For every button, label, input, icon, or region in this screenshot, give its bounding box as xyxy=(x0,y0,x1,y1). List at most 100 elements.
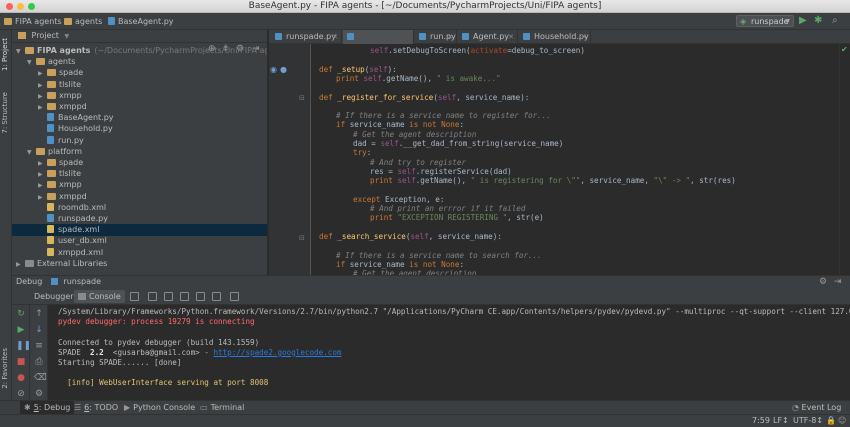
editor-tab[interactable]: Household.py ✕ xyxy=(519,30,591,44)
chevron-down-icon[interactable]: ▼ xyxy=(64,33,69,40)
fold-marker-icon[interactable]: ⊟ xyxy=(299,94,305,102)
tree-item[interactable]: ▶ xmppd xyxy=(12,101,267,113)
close-window-button[interactable] xyxy=(6,3,13,10)
tree-item[interactable]: xmppd.xml xyxy=(12,247,267,259)
tree-item[interactable]: ▶ spade xyxy=(12,157,267,169)
library-icon xyxy=(25,259,34,267)
evaluate-expression-icon[interactable] xyxy=(230,292,239,301)
soft-wrap-icon[interactable]: ≡ xyxy=(34,341,44,351)
settings-icon[interactable]: ⚙ xyxy=(34,389,44,399)
hide-panel-icon[interactable]: ⇥ xyxy=(834,276,842,288)
close-tab-icon[interactable]: ✕ xyxy=(581,30,587,44)
view-breakpoints-icon[interactable]: ● xyxy=(16,373,26,383)
breadcrumb-folder[interactable]: agents xyxy=(64,13,102,30)
status-bar: 7:59 LF↕ UTF-8↕ 🔒 ☺ xyxy=(0,414,850,427)
search-everywhere-icon[interactable]: ⌕ xyxy=(832,15,838,27)
minimize-window-button[interactable] xyxy=(17,3,24,10)
rerun-icon[interactable]: ↻ xyxy=(16,309,26,319)
structure-tool-tab[interactable]: 7: Structure xyxy=(1,92,9,134)
debugger-tab[interactable]: Debugger xyxy=(30,290,78,303)
favorites-tool-tab[interactable]: 2: Favorites xyxy=(1,348,9,389)
gear-icon[interactable]: ⚙ xyxy=(819,276,827,288)
fold-marker-icon[interactable]: ⊟ xyxy=(299,234,305,242)
editor-tab[interactable]: BaseAgent.py✕ xyxy=(343,30,414,55)
lock-icon[interactable]: 🔒 xyxy=(826,415,836,427)
run-to-cursor-icon[interactable] xyxy=(212,292,221,301)
event-log-tab[interactable]: ◔ Event Log xyxy=(788,401,845,415)
editor-tab[interactable]: runspade.py ✕ xyxy=(271,30,342,44)
editor-tabs: runspade.py✕BaseAgent.py✕run.py✕Agent.py… xyxy=(269,30,850,55)
editor-tab[interactable]: run.py ✕ xyxy=(415,30,457,44)
clear-all-icon[interactable]: ⌫ xyxy=(34,373,47,383)
tree-item-label: agents xyxy=(48,57,76,67)
project-view-select[interactable]: Project xyxy=(32,31,59,40)
bottom-tab-label: Python Console xyxy=(133,403,196,412)
tree-item[interactable]: ▶ xmpp xyxy=(12,90,267,102)
tree-item[interactable]: Household.py xyxy=(12,123,267,135)
debug-icon[interactable]: ✱ xyxy=(814,15,822,27)
code-editor[interactable]: self.setDebugToScreen(activate=debug_to_… xyxy=(311,44,839,275)
pause-icon[interactable]: ❚❚ xyxy=(16,341,31,351)
inspector-icon[interactable]: ☺ xyxy=(838,415,846,427)
step-into-my-code-icon[interactable] xyxy=(180,292,189,301)
arrow-down-icon[interactable]: ↓ xyxy=(34,325,44,335)
tree-item[interactable]: ▶ tlslite xyxy=(12,79,267,91)
tree-item[interactable]: run.py xyxy=(12,135,267,147)
breadcrumb-file[interactable]: BaseAgent.py xyxy=(108,13,174,30)
stop-icon[interactable]: ■ xyxy=(16,357,26,367)
tree-item[interactable]: ▶ External Libraries xyxy=(12,258,267,271)
close-tab-icon[interactable]: ✕ xyxy=(508,30,514,44)
print-icon[interactable]: ⎙ xyxy=(34,357,44,367)
implementation-marker-icon[interactable]: ● xyxy=(280,65,287,74)
console-tab[interactable]: Console xyxy=(74,290,125,303)
tree-item[interactable]: runspade.py xyxy=(12,213,267,225)
tree-item[interactable]: ▶ spade xyxy=(12,67,267,79)
chevron-down-icon: ▼ xyxy=(785,18,790,25)
tree-item[interactable]: ▶ xmpp xyxy=(12,179,267,191)
breakpoint-override-icon[interactable]: ◉ xyxy=(270,65,277,74)
show-execution-point-icon[interactable] xyxy=(130,292,139,301)
tree-item[interactable]: ▶ tlslite xyxy=(12,168,267,180)
navigation-bar: FIPA agents agents BaseAgent.py ◈ runspa… xyxy=(0,13,850,30)
tree-item[interactable]: ▼ platform xyxy=(12,146,267,158)
tree-item-label: xmpp xyxy=(59,180,82,190)
run-icon[interactable]: ▶ xyxy=(799,15,807,27)
debug-toolbar: Debugger Console xyxy=(12,288,850,305)
bottom-tab[interactable]: ▶ Python Console xyxy=(120,401,199,415)
tree-item-label: roomdb.xml xyxy=(58,202,107,212)
close-tab-icon[interactable]: ✕ xyxy=(447,30,453,44)
tree-item[interactable]: roomdb.xml xyxy=(12,202,267,214)
arrow-up-icon[interactable]: ↑ xyxy=(34,309,44,319)
step-out-icon[interactable] xyxy=(196,292,205,301)
tree-item[interactable]: BaseAgent.py xyxy=(12,112,267,124)
resume-icon[interactable]: ▶ xyxy=(16,325,26,335)
step-over-icon[interactable] xyxy=(148,292,157,301)
file-encoding[interactable]: UTF-8↕ xyxy=(793,415,823,427)
tree-item[interactable]: ▼ agents xyxy=(12,56,267,68)
tree-item[interactable]: user_db.xml xyxy=(12,235,267,247)
tree-item[interactable]: ▶ xmppd xyxy=(12,191,267,203)
tree-item[interactable]: ▼ FIPA agents (~/Documents/PycharmProjects… xyxy=(12,45,267,57)
console-output[interactable]: /System/Library/Frameworks/Python.framew… xyxy=(48,305,850,400)
code-token: : xyxy=(459,120,465,130)
project-tool-tab[interactable]: 1: Project xyxy=(1,38,9,71)
xml-file-icon xyxy=(47,247,54,256)
console-link[interactable]: http://spade2.googlecode.com xyxy=(213,348,341,357)
python-file-icon xyxy=(47,124,54,133)
cursor-position[interactable]: 7:59 xyxy=(752,415,770,427)
bottom-tab[interactable]: ✱ 5: Debug xyxy=(20,401,75,415)
debug-session-tab[interactable]: runspade xyxy=(63,277,101,286)
close-tab-icon[interactable]: ✕ xyxy=(332,30,338,44)
run-configuration-select[interactable]: ◈ runspade ▼ xyxy=(736,15,794,27)
zoom-window-button[interactable] xyxy=(28,3,35,10)
tree-item[interactable]: spade.xml xyxy=(12,224,267,237)
collapsed-arrow-icon[interactable]: ▶ xyxy=(16,259,25,271)
editor-scrollbar[interactable]: ✔ xyxy=(839,44,850,275)
step-into-icon[interactable] xyxy=(164,292,173,301)
line-separator[interactable]: LF↕ xyxy=(773,415,789,427)
mute-breakpoints-icon[interactable]: ⊘ xyxy=(16,389,26,399)
bottom-tab[interactable]: ▭ Terminal xyxy=(196,401,248,415)
bottom-tab[interactable]: ☰ 6: TODO xyxy=(70,401,122,415)
breadcrumb-project[interactable]: FIPA agents xyxy=(4,13,62,30)
editor-tab[interactable]: Agent.py ✕ xyxy=(458,30,518,44)
